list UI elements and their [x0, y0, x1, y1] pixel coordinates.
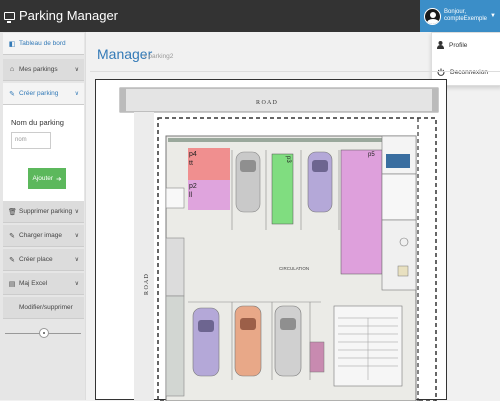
spot-label: p4 — [189, 151, 197, 158]
parking-plan[interactable]: R O A D R O A D p4 tt p2 ll p3 p5 CIRCUL… — [95, 79, 447, 401]
create-parking-form: Nom du parking nom Ajouter ➔ — [3, 105, 84, 202]
parking-name-label: Nom du parking — [11, 118, 64, 127]
sidebar-item-charger-image[interactable]: ✎ Charger image ∨ — [3, 225, 84, 247]
sidebar-item-mes-parkings[interactable]: ⌂ Mes parkings ∨ — [3, 59, 84, 81]
sidebar-item-label: Modifier/supprimer — [19, 304, 73, 311]
breadcrumb[interactable]: » parking2 — [143, 53, 173, 60]
sidebar-toggle-slider[interactable] — [5, 328, 81, 340]
user-greeting-line1: Bonjour, — [444, 9, 467, 15]
sidebar: ◧ Tableau de bord ⌂ Mes parkings ∨ ✎ Cré… — [0, 32, 86, 400]
chevron-down-icon: ∨ — [74, 257, 79, 263]
slider-knob[interactable] — [39, 328, 49, 338]
chevron-down-icon: ∨ — [74, 209, 79, 215]
road-left-label: R O A D — [144, 273, 150, 295]
avatar — [424, 7, 441, 25]
title-divider — [90, 71, 500, 72]
menu-item-logout[interactable]: Deconnexion — [437, 68, 488, 76]
arrow-right-icon: ➔ — [56, 175, 62, 183]
edit-icon: ✎ — [9, 232, 15, 240]
spot-sublabel: ll — [189, 192, 193, 199]
sidebar-item-creer-parking[interactable]: ✎ Créer parking ∨ — [3, 83, 84, 105]
sidebar-item-label: Maj Excel — [19, 280, 48, 287]
excel-icon: ▤ — [8, 280, 16, 288]
sidebar-item-modifier-supprimer[interactable]: Modifier/supprimer — [3, 297, 84, 319]
sidebar-item-label: Supprimer parking — [19, 208, 73, 215]
menu-item-label: Deconnexion — [450, 68, 488, 76]
chevron-down-icon: ∨ — [74, 233, 79, 239]
add-button-label: Ajouter — [32, 175, 54, 182]
chevron-down-icon: ∨ — [74, 281, 79, 287]
user-greeting-line2: compteExemple — [444, 16, 488, 22]
sidebar-item-label: Tableau de bord — [19, 40, 66, 47]
parking-spot-p3[interactable] — [271, 153, 294, 225]
parking-spot-p5[interactable] — [340, 149, 383, 275]
sidebar-item-label: Créer place — [19, 256, 53, 263]
add-parking-button[interactable]: Ajouter ➔ — [28, 168, 66, 189]
menu-item-label: Profile — [449, 41, 468, 49]
sidebar-item-creer-place[interactable]: ✎ Créer place ∨ — [3, 249, 84, 271]
circulation-label: CIRCULATION — [279, 266, 309, 271]
spot-label: p2 — [189, 183, 197, 190]
spot-sublabel: tt — [189, 160, 193, 167]
sidebar-item-label: Mes parkings — [19, 66, 58, 73]
home-icon: ⌂ — [9, 66, 15, 73]
caret-down-icon: ▼ — [490, 13, 496, 19]
user-dropdown-menu: Profile Deconnexion — [431, 32, 500, 86]
chevron-down-icon: ∨ — [74, 67, 79, 73]
edit-icon: ✎ — [9, 90, 15, 98]
user-menu-toggle[interactable]: Bonjour, compteExemple ▼ — [420, 0, 500, 32]
sidebar-item-label: Charger image — [19, 232, 62, 239]
power-icon — [437, 68, 445, 76]
monitor-icon — [4, 11, 15, 23]
chevron-down-icon: ∨ — [74, 91, 79, 97]
app-brand[interactable]: Parking Manager — [4, 8, 118, 23]
road-top-label: R O A D — [256, 100, 278, 106]
floor-plan-image: R O A D R O A D p4 tt p2 ll p3 p5 CIRCUL… — [119, 87, 439, 401]
sidebar-item-maj-excel[interactable]: ▤ Maj Excel ∨ — [3, 273, 84, 295]
sidebar-item-label: Créer parking — [19, 90, 59, 97]
app-title: Parking Manager — [19, 8, 118, 23]
sidebar-item-dashboard[interactable]: ◧ Tableau de bord — [3, 33, 84, 55]
dashboard-icon: ◧ — [8, 40, 16, 48]
menu-item-profile[interactable]: Profile — [437, 41, 467, 49]
trash-icon: 🗑 — [8, 208, 17, 216]
parking-name-input[interactable]: nom — [11, 132, 51, 149]
sidebar-item-supprimer-parking[interactable]: 🗑 Supprimer parking ∨ — [3, 201, 84, 223]
user-icon — [437, 41, 444, 49]
edit-icon: ✎ — [9, 256, 15, 264]
spot-label: p5 — [368, 152, 375, 158]
user-greeting: Bonjour, compteExemple — [444, 9, 487, 23]
top-navbar: Parking Manager Bonjour, compteExemple ▼ — [0, 0, 500, 32]
spot-label: p3 — [285, 156, 291, 163]
